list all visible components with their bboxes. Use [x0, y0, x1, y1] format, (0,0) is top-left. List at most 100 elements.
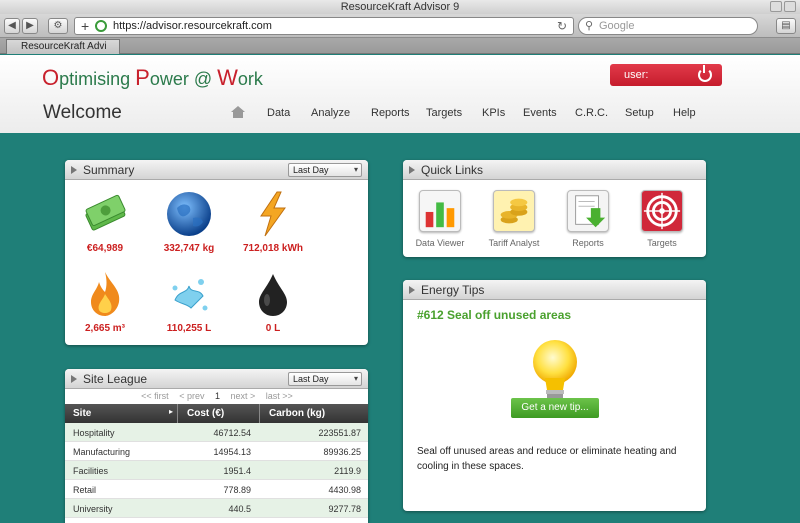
tab-current[interactable]: ResourceKraft Advi: [6, 39, 120, 54]
quick-link-targets[interactable]: Targets: [627, 190, 697, 248]
summary-water-value: 110,255 L: [166, 323, 212, 334]
back-button[interactable]: ◀: [4, 18, 20, 34]
pager-last[interactable]: last >>: [266, 391, 293, 401]
logo-cap: O: [42, 65, 60, 90]
globe-icon: [167, 192, 211, 236]
summary-item-gas[interactable]: 2,665 m³: [65, 270, 145, 334]
collapse-arrow-icon[interactable]: [409, 286, 415, 294]
column-header-site[interactable]: Site: [73, 408, 91, 419]
new-tip-button[interactable]: Get a new tip...: [511, 398, 599, 418]
summary-item-cost[interactable]: €64,989: [65, 190, 145, 254]
window-titlebar: ResourceKraft Advisor 9: [0, 0, 800, 14]
pager-next[interactable]: next >: [231, 391, 256, 401]
summary-item-carbon[interactable]: 332,747 kg: [149, 190, 229, 254]
site-league-panel: Site League Last Day ▾ << first < prev 1…: [65, 369, 368, 523]
money-icon: [85, 194, 126, 231]
pager-first[interactable]: << first: [141, 391, 169, 401]
reload-icon[interactable]: ↻: [557, 19, 567, 33]
url-text[interactable]: https://advisor.resourcekraft.com: [113, 20, 272, 32]
summary-carbon-value: 332,747 kg: [163, 243, 215, 254]
logo-text: ower @: [149, 69, 218, 89]
logo-cap: W: [217, 65, 238, 90]
nav-reports[interactable]: Reports: [371, 107, 410, 119]
nav-targets[interactable]: Targets: [426, 107, 462, 119]
sort-arrow-icon[interactable]: ▸: [169, 407, 173, 416]
summary-period-value: Last Day: [293, 165, 329, 175]
collapse-arrow-icon[interactable]: [71, 375, 77, 383]
cell-site: Hospitality: [73, 428, 115, 438]
home-icon[interactable]: [230, 105, 246, 119]
cell-cost: 778.89: [223, 485, 251, 495]
table-row[interactable]: Retail 778.89 4430.98: [65, 480, 368, 499]
site-league-period-value: Last Day: [293, 374, 329, 384]
user-button[interactable]: user:: [610, 64, 722, 86]
quick-links-title: Quick Links: [421, 163, 484, 177]
pager-prev[interactable]: < prev: [179, 391, 204, 401]
nav-analyze[interactable]: Analyze: [311, 107, 350, 119]
summary-item-electricity[interactable]: 712,018 kWh: [233, 190, 313, 254]
window-button[interactable]: [784, 1, 796, 12]
nav-data[interactable]: Data: [267, 107, 290, 119]
page-title: Welcome: [43, 102, 122, 123]
table-row[interactable]: University 440.5 9277.78: [65, 499, 368, 518]
flame-icon: [91, 272, 120, 316]
quick-link-tariff-analyst[interactable]: Tariff Analyst: [479, 190, 549, 248]
summary-gas-value: 2,665 m³: [84, 323, 126, 334]
summary-oil-value: 0 L: [265, 323, 281, 334]
table-row[interactable]: Hospitality 46712.54 223551.87: [65, 423, 368, 442]
cell-site: University: [73, 504, 113, 514]
pager: << first < prev 1 next > last >>: [65, 391, 368, 401]
pager-current: 1: [214, 391, 220, 401]
summary-electricity-value: 712,018 kWh: [242, 243, 304, 254]
collapse-arrow-icon[interactable]: [71, 166, 77, 174]
summary-cost-value: €64,989: [86, 243, 124, 254]
nav-setup[interactable]: Setup: [625, 107, 654, 119]
select-caret-icon: ▾: [353, 374, 358, 383]
summary-period-select[interactable]: Last Day ▾: [288, 163, 362, 177]
cell-carbon: 2119.9: [334, 466, 361, 476]
table-row[interactable]: Facilities 1951.4 2119.9: [65, 461, 368, 480]
nav-kpis[interactable]: KPIs: [482, 107, 505, 119]
column-divider: [177, 404, 178, 423]
forward-button[interactable]: ▶: [22, 18, 38, 34]
lightning-icon: [260, 191, 286, 237]
app-header: Optimising Power @ Work user: Welcome Da…: [0, 55, 800, 133]
bookmark-button[interactable]: ⚙: [48, 18, 68, 34]
energy-tips-header: Energy Tips: [403, 280, 706, 300]
quick-link-label: Reports: [572, 238, 604, 248]
site-league-period-select[interactable]: Last Day ▾: [288, 372, 362, 386]
table-row[interactable]: Manufacturing 14954.13 89936.25: [65, 442, 368, 461]
summary-panel: Summary Last Day ▾ €64,989 332,747 kg 71…: [65, 160, 368, 345]
nav-crc[interactable]: C.R.C.: [575, 107, 608, 119]
target-icon: [641, 190, 683, 232]
logo: Optimising Power @ Work: [42, 65, 263, 91]
cell-cost: 14954.13: [213, 447, 251, 457]
collapse-arrow-icon[interactable]: [409, 166, 415, 174]
summary-title: Summary: [83, 163, 135, 177]
summary-item-water[interactable]: 110,255 L: [149, 270, 229, 334]
logo-text: ork: [237, 69, 263, 89]
column-header-cost[interactable]: Cost (€): [187, 408, 224, 419]
address-bar[interactable]: + https://advisor.resourcekraft.com ↻: [74, 17, 574, 35]
tab-bar: ResourceKraft Advi: [0, 38, 800, 54]
cell-cost: 46712.54: [213, 428, 251, 438]
cell-carbon: 4430.98: [328, 485, 361, 495]
sidebar-toggle-button[interactable]: ▤: [776, 18, 796, 34]
quick-link-reports[interactable]: Reports: [553, 190, 623, 248]
nav-help[interactable]: Help: [673, 107, 696, 119]
window-button[interactable]: [770, 1, 782, 12]
nav-events[interactable]: Events: [523, 107, 557, 119]
add-bookmark-icon[interactable]: +: [81, 18, 89, 34]
quick-link-data-viewer[interactable]: Data Viewer: [405, 190, 475, 248]
quick-links-panel: Quick Links Data Viewer Tariff Analyst R…: [403, 160, 706, 257]
column-header-carbon[interactable]: Carbon (kg): [269, 408, 325, 419]
report-download-icon: [567, 190, 609, 232]
power-icon[interactable]: [698, 65, 712, 82]
cell-site: Facilities: [73, 466, 109, 476]
secure-site-icon: [95, 20, 107, 32]
column-divider: [259, 404, 260, 423]
search-field[interactable]: ⚲ Google: [578, 17, 758, 35]
summary-item-oil[interactable]: 0 L: [233, 270, 313, 334]
window-title: ResourceKraft Advisor 9: [340, 1, 460, 13]
cell-cost: 1951.4: [223, 466, 251, 476]
